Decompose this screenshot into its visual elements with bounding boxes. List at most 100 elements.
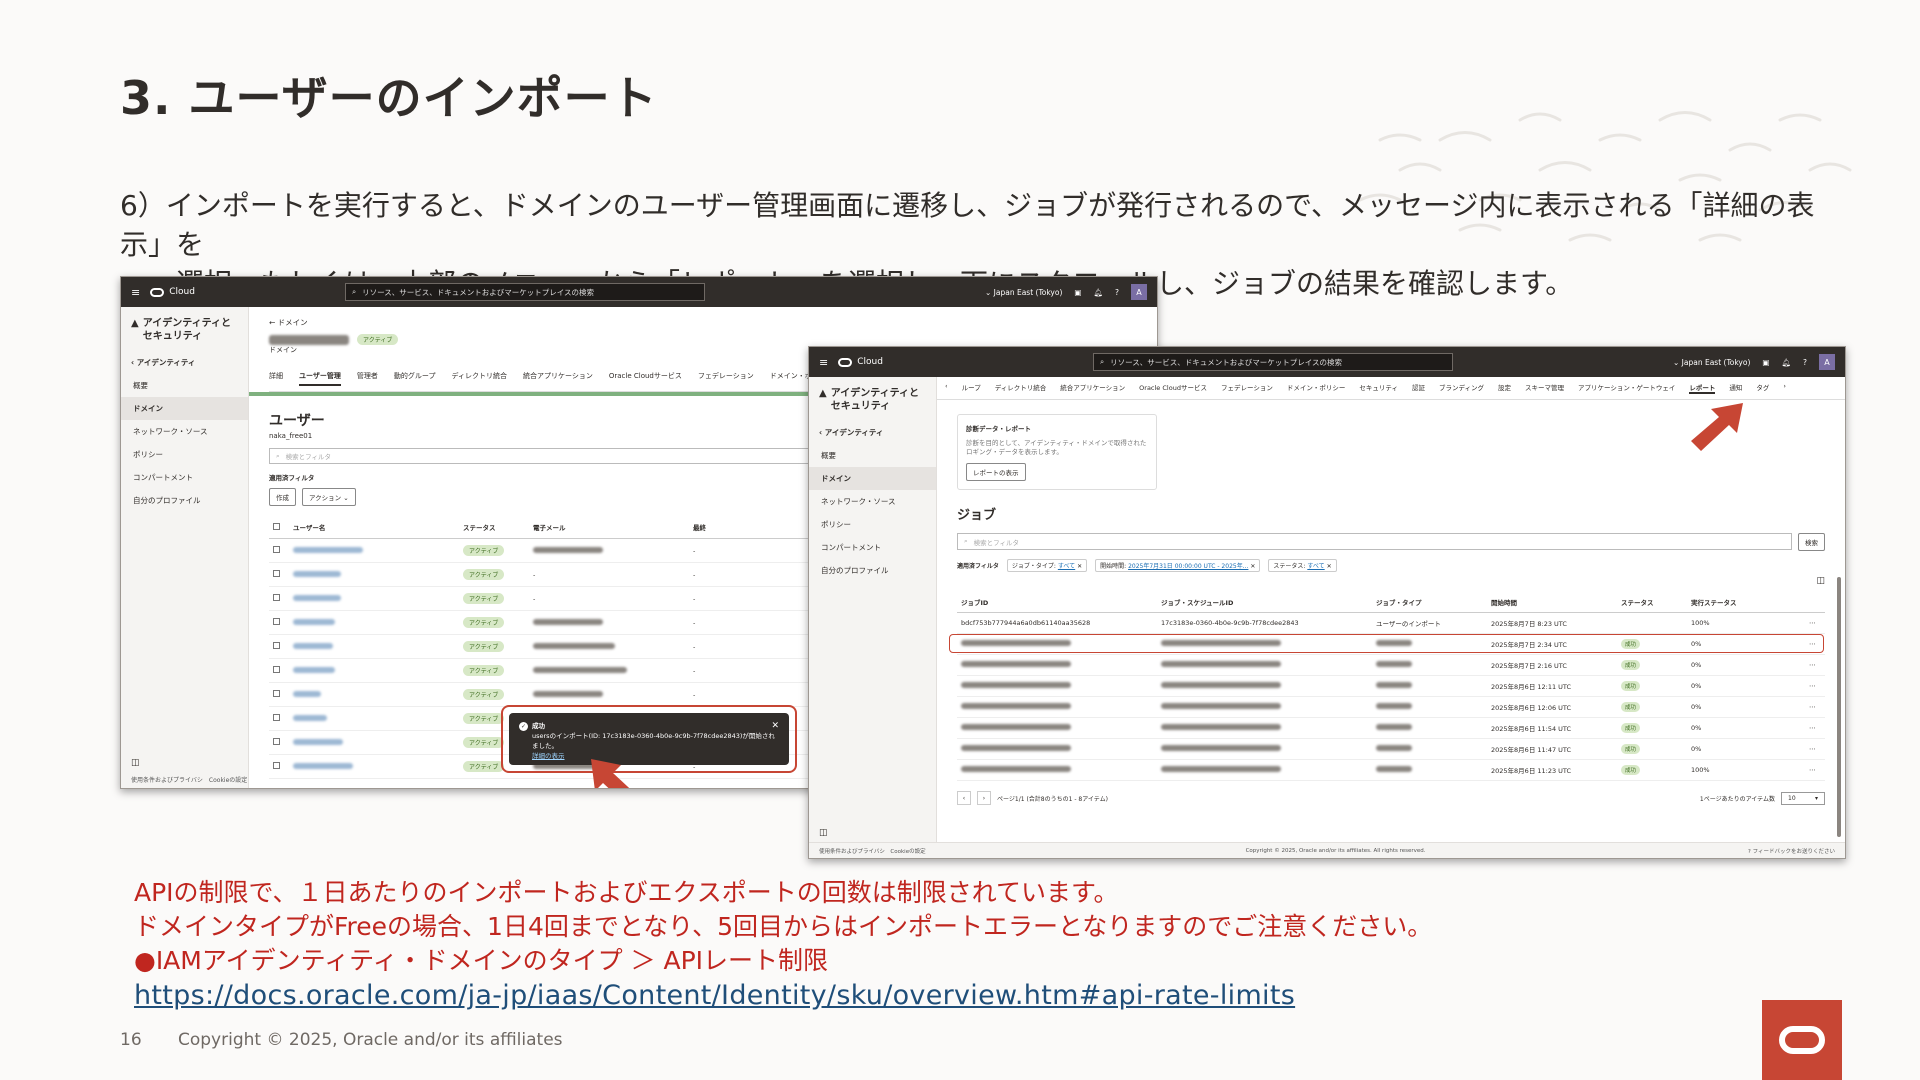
tab-branding[interactable]: ブランディング xyxy=(1439,382,1484,394)
tab-domain-policies[interactable]: ドメイン・ポリシー xyxy=(1287,382,1346,394)
row-checkbox[interactable] xyxy=(273,690,280,697)
column-settings-icon[interactable]: ◫ xyxy=(957,576,1825,586)
tab-reports[interactable]: レポート xyxy=(1689,382,1716,394)
filter-chip-job-type[interactable]: ジョブ・タイプ: すべて ✕ xyxy=(1006,559,1088,572)
filter-chip-status[interactable]: ステータス: すべて ✕ xyxy=(1268,559,1337,572)
row-actions-icon[interactable]: ⋯ xyxy=(1805,675,1825,697)
cloud-shell-icon[interactable]: ▣ xyxy=(1762,358,1769,367)
cloud-shell-icon[interactable]: ▣ xyxy=(1074,288,1081,297)
tab-federation[interactable]: フェデレーション xyxy=(1221,382,1273,394)
feedback-link[interactable]: ? フィードバックをお送りください xyxy=(1748,847,1835,855)
sidebar-item-policies[interactable]: ポリシー xyxy=(121,443,248,466)
table-row-import-job[interactable]: bdcf753b777944a6a0db61140aa35628 17c3183… xyxy=(957,612,1825,634)
tab-user-management[interactable]: ユーザー管理 xyxy=(299,371,341,386)
tab-integrated-apps[interactable]: 統合アプリケーション xyxy=(1060,382,1125,394)
tab-notifications[interactable]: 通知 xyxy=(1729,382,1742,394)
avatar[interactable]: A xyxy=(1819,354,1835,370)
tab-settings[interactable]: 設定 xyxy=(1498,382,1511,394)
help-icon[interactable]: ? xyxy=(1803,358,1807,367)
table-row[interactable]: 2025年8月6日 12:11 UTC 成功 0% ⋯ xyxy=(957,675,1825,697)
job-search-input[interactable]: ⌕ 検索とフィルタ xyxy=(957,533,1792,550)
tab-groups[interactable]: ループ xyxy=(962,382,981,394)
row-actions-icon[interactable]: ⋯ xyxy=(1805,612,1825,634)
oracle-cloud-logo[interactable]: Cloud xyxy=(838,357,883,367)
select-all-checkbox[interactable] xyxy=(273,522,280,530)
table-row[interactable]: 2025年8月6日 12:06 UTC 成功 0% ⋯ xyxy=(957,696,1825,718)
close-icon[interactable]: ✕ xyxy=(771,721,779,731)
row-checkbox[interactable] xyxy=(273,594,280,601)
collapse-sidebar-icon[interactable]: ◫ xyxy=(131,758,140,768)
table-row[interactable]: 2025年8月6日 11:47 UTC 成功 0% ⋯ xyxy=(957,738,1825,760)
per-page-select[interactable]: 10 ▾ xyxy=(1781,791,1825,805)
tab-directory-integration[interactable]: ディレクトリ統合 xyxy=(451,371,507,386)
next-page-button[interactable]: › xyxy=(977,791,991,805)
view-report-button[interactable]: レポートの表示 xyxy=(966,463,1026,481)
sidebar-item-network-sources[interactable]: ネットワーク・ソース xyxy=(121,420,248,443)
tab-oracle-cloud-services[interactable]: Oracle Cloudサービス xyxy=(609,371,682,386)
sidebar-item-my-profile[interactable]: 自分のプロファイル xyxy=(121,489,248,512)
row-actions-icon[interactable]: ⋯ xyxy=(1805,696,1825,718)
tab-directory-integration[interactable]: ディレクトリ統合 xyxy=(995,382,1047,394)
sidebar-item-overview[interactable]: 概要 xyxy=(809,444,936,467)
help-icon[interactable]: ? xyxy=(1115,288,1119,297)
hamburger-menu-icon[interactable]: ≡ xyxy=(819,356,828,369)
row-checkbox[interactable] xyxy=(273,618,280,625)
table-row[interactable]: 2025年8月6日 11:54 UTC 成功 0% ⋯ xyxy=(957,717,1825,739)
region-selector[interactable]: ⌄ Japan East (Tokyo) xyxy=(985,288,1062,297)
sidebar-back-link[interactable]: ‹ アイデンティティ xyxy=(121,343,248,374)
region-selector[interactable]: ⌄ Japan East (Tokyo) xyxy=(1673,358,1750,367)
filter-chip-start-time[interactable]: 開始時間: 2025年7月31日 00:00:00 UTC - 2025年...… xyxy=(1095,559,1261,572)
search-button[interactable]: 検索 xyxy=(1798,533,1825,551)
create-button[interactable]: 作成 xyxy=(269,488,296,506)
row-checkbox[interactable] xyxy=(273,546,280,553)
tabs-scroll-right-icon[interactable]: › xyxy=(1783,382,1786,394)
tab-authentication[interactable]: 認証 xyxy=(1412,382,1425,394)
tab-app-gateway[interactable]: アプリケーション・ゲートウェイ xyxy=(1578,382,1675,394)
hamburger-menu-icon[interactable]: ≡ xyxy=(131,286,140,299)
sidebar-back-link[interactable]: ‹ アイデンティティ xyxy=(809,413,936,444)
notifications-icon[interactable]: 🔔︎ xyxy=(1093,288,1103,297)
row-checkbox[interactable] xyxy=(273,570,280,577)
row-actions-icon[interactable]: ⋯ xyxy=(1805,738,1825,760)
row-actions-icon[interactable]: ⋯ xyxy=(1805,759,1825,781)
breadcrumb[interactable]: ← ドメイン xyxy=(269,317,1137,328)
notifications-icon[interactable]: 🔔︎ xyxy=(1781,358,1791,367)
sidebar-item-compartments[interactable]: コンパートメント xyxy=(121,466,248,489)
scrollbar[interactable] xyxy=(1837,577,1841,837)
tab-federation[interactable]: フェデレーション xyxy=(698,371,754,386)
tab-schema[interactable]: スキーマ管理 xyxy=(1525,382,1564,394)
tab-administrators[interactable]: 管理者 xyxy=(357,371,378,386)
row-actions-icon[interactable]: ⋯ xyxy=(1805,654,1825,676)
sidebar-item-overview[interactable]: 概要 xyxy=(121,374,248,397)
row-checkbox[interactable] xyxy=(273,738,280,745)
sidebar-item-domains[interactable]: ドメイン xyxy=(809,467,936,490)
row-checkbox[interactable] xyxy=(273,666,280,673)
tab-dynamic-groups[interactable]: 動的グループ xyxy=(394,371,436,386)
sidebar-item-domains[interactable]: ドメイン xyxy=(121,397,248,420)
tab-integrated-apps[interactable]: 統合アプリケーション xyxy=(523,371,593,386)
collapse-sidebar-icon[interactable]: ◫ xyxy=(819,828,828,838)
row-actions-icon[interactable]: ⋯ xyxy=(1805,717,1825,739)
tabs-scroll-left-icon[interactable]: ‹ xyxy=(945,382,948,394)
console-search-input[interactable]: ⌕ リソース、サービス、ドキュメントおよびマーケットプレイスの検索 xyxy=(1092,353,1453,371)
row-checkbox[interactable] xyxy=(273,714,280,721)
view-details-link[interactable]: 詳細の表示 xyxy=(532,752,565,760)
prev-page-button[interactable]: ‹ xyxy=(957,791,971,805)
row-checkbox[interactable] xyxy=(273,642,280,649)
actions-button[interactable]: アクション ⌄ xyxy=(302,488,356,506)
avatar[interactable]: A xyxy=(1131,284,1147,300)
console-search-input[interactable]: ⌕ リソース、サービス、ドキュメントおよびマーケットプレイスの検索 xyxy=(344,283,705,301)
docs-link[interactable]: https://docs.oracle.com/ja-jp/iaas/Conte… xyxy=(134,980,1295,1011)
row-checkbox[interactable] xyxy=(273,762,280,769)
tab-oracle-cloud-services[interactable]: Oracle Cloudサービス xyxy=(1139,382,1207,394)
table-row[interactable]: 2025年8月7日 2:16 UTC 成功 0% ⋯ xyxy=(957,654,1825,676)
table-row[interactable]: 2025年8月6日 11:23 UTC 成功 100% ⋯ xyxy=(957,759,1825,781)
oracle-cloud-logo[interactable]: Cloud xyxy=(150,287,195,297)
sidebar-item-my-profile[interactable]: 自分のプロファイル xyxy=(809,559,936,582)
sidebar-item-network-sources[interactable]: ネットワーク・ソース xyxy=(809,490,936,513)
tab-security[interactable]: セキュリティ xyxy=(1359,382,1398,394)
tab-tags[interactable]: タグ xyxy=(1756,382,1769,394)
tab-details[interactable]: 詳細 xyxy=(269,371,283,386)
sidebar-item-compartments[interactable]: コンパートメント xyxy=(809,536,936,559)
sidebar-item-policies[interactable]: ポリシー xyxy=(809,513,936,536)
